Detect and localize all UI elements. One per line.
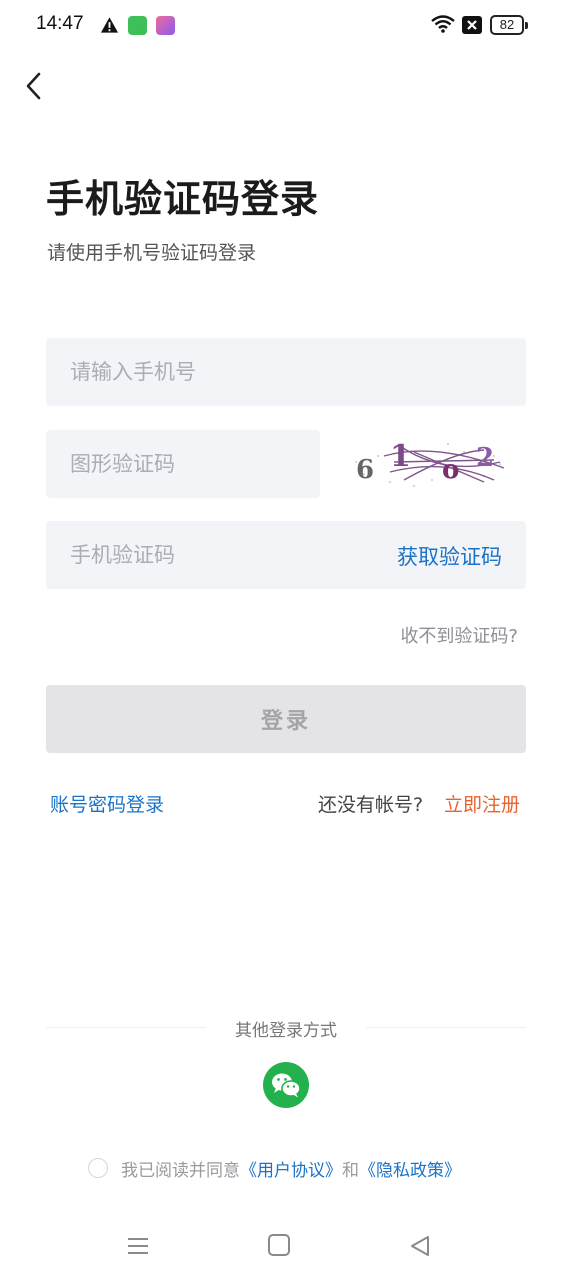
page-title: 手机验证码登录 <box>46 177 320 221</box>
back-triangle-icon[interactable] <box>408 1234 432 1258</box>
password-login-link[interactable]: 账号密码登录 <box>50 790 164 817</box>
chevron-left-icon <box>26 72 41 100</box>
divider-right <box>366 1027 526 1028</box>
agreement-row: 我已阅读并同意 《用户协议》 和 《隐私政策》 <box>88 1156 461 1181</box>
status-time: 14:47 <box>36 13 84 34</box>
register-link[interactable]: 立即注册 <box>444 790 520 817</box>
app-icon-green <box>128 16 147 35</box>
wifi-icon <box>431 15 455 33</box>
agreement-radio[interactable] <box>88 1158 108 1178</box>
get-code-button[interactable]: 获取验证码 <box>397 541 502 571</box>
svg-text:6: 6 <box>356 455 374 485</box>
captcha-image[interactable]: 6 1 o 2 <box>344 432 510 496</box>
sim-off-icon <box>462 16 482 34</box>
phone-input[interactable] <box>46 338 526 406</box>
no-account-text: 还没有帐号? <box>318 794 424 816</box>
captcha-field <box>46 430 320 498</box>
home-icon[interactable] <box>268 1234 290 1256</box>
menu-icon[interactable] <box>126 1234 150 1258</box>
phone-field <box>46 338 526 406</box>
page-subtitle: 请使用手机号验证码登录 <box>47 242 257 264</box>
svg-text:o: o <box>442 455 459 485</box>
wechat-login-button[interactable] <box>263 1062 309 1108</box>
captcha-input[interactable] <box>46 430 320 498</box>
agreement-prefix: 我已阅读并同意 <box>121 1160 240 1181</box>
status-bar: 14:47 82 <box>0 0 572 52</box>
sms-code-field: 获取验证码 <box>46 521 526 589</box>
wechat-icon <box>272 1073 301 1098</box>
app-icon-purple <box>156 16 175 35</box>
svg-text:2: 2 <box>476 443 494 473</box>
privacy-policy-link[interactable]: 《隐私政策》 <box>359 1156 461 1181</box>
back-button[interactable] <box>18 66 52 106</box>
agreement-and: 和 <box>342 1160 359 1181</box>
login-button[interactable]: 登录 <box>46 685 526 753</box>
other-login-label: 其他登录方式 <box>235 1021 337 1041</box>
system-nav-bar <box>0 1216 572 1280</box>
no-code-link[interactable]: 收不到验证码? <box>400 622 518 648</box>
alert-icon <box>100 17 119 33</box>
battery-icon: 82 <box>490 15 528 35</box>
user-agreement-link[interactable]: 《用户协议》 <box>240 1156 342 1181</box>
svg-text:1: 1 <box>390 439 411 474</box>
